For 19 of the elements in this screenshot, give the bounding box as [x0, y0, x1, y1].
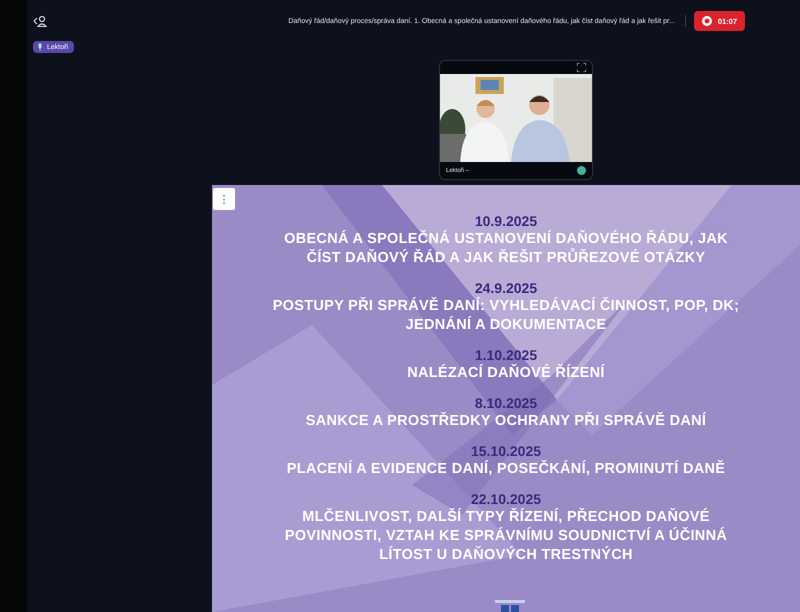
session-topic: OBECNÁ A SPOLEČNÁ USTANOVENÍ DAŇOVÉHO ŘÁDU, JAK ČÍST DAŇOVÝ ŘÁD A JAK ŘEŠIT PRŮŘEZOVÉ OTÁZKY	[283, 230, 729, 268]
logo-icon	[495, 600, 525, 612]
session-topic: POSTUPY PŘI SPRÁVĚ DANÍ: VYHLEDÁVACÍ ČINNOST, POP, DK; JEDNÁNÍ A DOKUMENTACE	[272, 297, 740, 335]
session-topic: NALÉZACÍ DAŇOVÉ ŘÍZENÍ	[407, 364, 605, 383]
session-date: 22.10.2025	[470, 491, 542, 508]
session-date: 15.10.2025	[470, 443, 542, 460]
session-date: 10.9.2025	[474, 213, 538, 230]
session-date: 1.10.2025	[474, 347, 538, 364]
record-icon	[702, 16, 712, 26]
user-icon[interactable]	[33, 15, 47, 27]
status-icon	[577, 166, 586, 175]
more-button[interactable]: ⋮	[213, 188, 235, 210]
session-date: 24.9.2025	[474, 280, 538, 297]
session-topic: PLACENÍ A EVIDENCE DANÍ, POSEČKÁNÍ, PROMINUTÍ DANĚ	[286, 460, 726, 479]
mic-icon	[37, 43, 43, 51]
expand-icon[interactable]	[577, 63, 586, 72]
session-topic: SANKCE A PROSTŘEDKY OCHRANY PŘI SPRÁVĚ DANÍ	[306, 412, 706, 431]
session-date: 8.10.2025	[474, 395, 538, 412]
session-topic: MLČENLIVOST, DALŠÍ TYPY ŘÍZENÍ, PŘECHOD DAŇOVÉ POVINNOSTI, VZTAH KE SPRÁVNÍMU SOUDNICTVÍ A ÚČINNÁ LÍTOST U DAŇOVÝCH TRESTNÝCH	[284, 508, 728, 565]
